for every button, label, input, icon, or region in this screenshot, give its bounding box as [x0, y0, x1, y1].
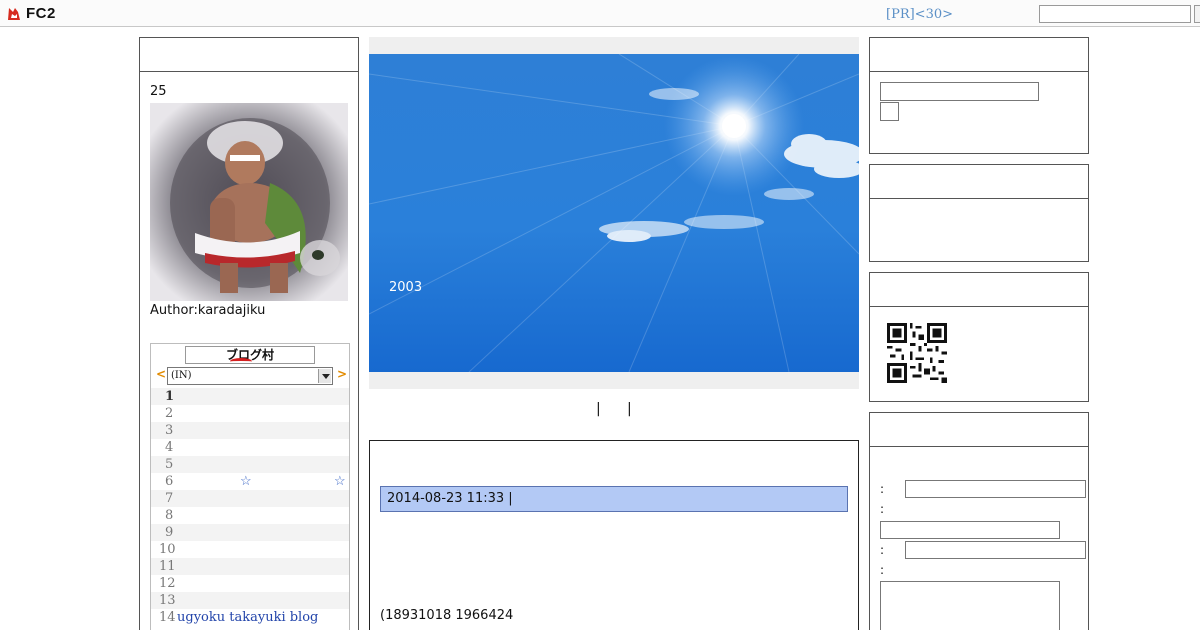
rank-number: 5	[165, 457, 174, 472]
field-label: :	[880, 563, 885, 577]
blogmura-logo-arc	[230, 358, 252, 365]
sidebar-box-2-header	[870, 165, 1088, 199]
subject-field[interactable]	[905, 541, 1086, 559]
list-item[interactable]: 14 ugyoku takayuki blog	[151, 609, 349, 626]
profile-number: 25	[150, 84, 167, 99]
chevron-down-icon[interactable]	[318, 369, 331, 383]
star-icon: ☆	[240, 474, 252, 489]
field-label: :	[880, 502, 885, 516]
pr-link[interactable]: [PR]<30>	[886, 7, 953, 22]
fc2-logo-text: FC2	[26, 5, 56, 22]
search-input[interactable]	[880, 82, 1039, 101]
entry-box	[369, 440, 859, 630]
rank-number: 1	[165, 389, 175, 404]
rank-number: 12	[159, 576, 176, 591]
message-textarea[interactable]	[880, 581, 1060, 630]
ranking-list: 1 2 3 4 5 6 ☆ ☆ 7 8 9 10 11 12 13 14 ugy…	[151, 388, 349, 626]
list-item[interactable]: 2	[151, 405, 349, 422]
qr-code-icon	[887, 323, 947, 383]
fc2-fox-icon	[6, 6, 22, 22]
blogmura-logo[interactable]: ブログ村	[185, 346, 315, 364]
author-name: Author:karadajiku	[150, 303, 266, 318]
field-label: :	[880, 543, 885, 557]
mailform-box-header	[870, 413, 1088, 447]
email-field[interactable]	[880, 521, 1060, 539]
name-field[interactable]	[905, 480, 1086, 498]
list-item[interactable]: 11	[151, 558, 349, 575]
star-icon: ☆	[334, 474, 346, 489]
rank-number: 2	[165, 406, 174, 421]
avatar	[150, 103, 348, 301]
field-label: :	[880, 482, 885, 496]
fc2-logo[interactable]: FC2	[6, 4, 56, 23]
rank-number: 13	[159, 593, 176, 608]
list-item[interactable]: 10	[151, 541, 349, 558]
search-button[interactable]	[880, 102, 899, 121]
ranking-select-value: (IN)	[171, 370, 192, 381]
sidebar-box-2	[869, 164, 1089, 262]
ranking-prev-button[interactable]: <	[156, 367, 166, 381]
rank-number: 14	[159, 610, 176, 625]
rank-number: 7	[165, 491, 174, 506]
rank-number: 9	[165, 525, 174, 540]
ranking-blog-link[interactable]: ugyoku takayuki blog	[177, 609, 318, 626]
rank-number: 11	[159, 559, 176, 574]
entry-date-bar: 2014-08-23 11:33 |	[380, 486, 848, 512]
rank-number: 8	[165, 508, 174, 523]
profile-box-header	[140, 38, 358, 72]
top-search-input[interactable]	[1039, 5, 1191, 23]
nav-separator: |	[627, 401, 632, 417]
rank-number: 4	[165, 440, 174, 455]
list-item[interactable]: 9	[151, 524, 349, 541]
list-item[interactable]: 12	[151, 575, 349, 592]
list-item[interactable]: 3	[151, 422, 349, 439]
ranking-next-button[interactable]: >	[337, 367, 347, 381]
list-item[interactable]: 8	[151, 507, 349, 524]
list-item[interactable]: 13	[151, 592, 349, 609]
ranking-category-select[interactable]: (IN)	[167, 367, 333, 385]
search-box-header	[870, 38, 1088, 72]
list-item[interactable]: 4	[151, 439, 349, 456]
qr-box-header	[870, 273, 1088, 307]
entry-body-text: (18931018 1966424	[380, 608, 514, 623]
list-item[interactable]: 1	[151, 388, 349, 405]
blog-ranking-widget: ブログ村 < (IN) > 1 2 3 4 5 6 ☆ ☆ 7 8 9 10 1…	[150, 343, 350, 630]
rank-number: 3	[165, 423, 174, 438]
top-search-button[interactable]	[1194, 5, 1200, 23]
header-year: 2003	[389, 280, 423, 295]
rank-number: 10	[159, 542, 176, 557]
header-image[interactable]	[369, 54, 859, 372]
list-item[interactable]: 5	[151, 456, 349, 473]
fc2-topbar: FC2 [PR]<30>	[0, 0, 1200, 27]
list-item[interactable]: 7	[151, 490, 349, 507]
list-item[interactable]: 6 ☆ ☆	[151, 473, 349, 490]
nav-separator: |	[596, 401, 601, 417]
rank-number: 6	[165, 474, 174, 489]
